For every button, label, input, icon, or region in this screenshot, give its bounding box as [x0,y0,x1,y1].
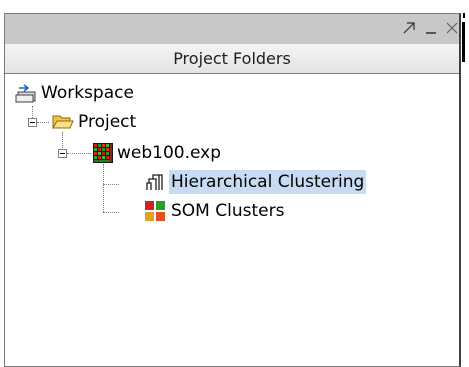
dendrogram-icon [145,173,165,198]
maximize-icon[interactable] [400,16,418,40]
open-folder-icon [52,113,74,138]
tree-item-label: Project [78,112,137,132]
project-folders-panel: Project Folders Workspace Project web100… [4,13,461,367]
project-tree[interactable]: Workspace Project web100.exp Hierarchica… [5,74,459,364]
tree-connector [37,122,49,124]
tree-connector [103,164,105,212]
splitter-handle[interactable] [462,22,465,62]
collapse-toggle-experiment[interactable] [58,149,67,158]
tree-item-label: SOM Clusters [171,201,285,221]
workspace-icon [15,83,37,110]
collapse-toggle-project[interactable] [28,118,37,127]
som-clusters-icon [145,201,165,228]
panel-titlebar[interactable] [5,14,459,45]
tree-item-project[interactable]: Project [52,110,252,134]
tree-connector [103,184,119,186]
panel-title: Project Folders [5,44,459,74]
tree-item-experiment[interactable]: web100.exp [93,141,313,165]
close-icon[interactable] [443,16,461,40]
minimize-icon[interactable] [422,16,440,40]
tree-connector [103,212,119,214]
heatmap-grid-icon [93,143,113,170]
tree-item-label: web100.exp [117,143,222,163]
tree-item-label: Hierarchical Clustering [169,170,367,194]
tree-item-hierarchical-clustering[interactable]: Hierarchical Clustering [145,170,395,194]
tree-item-som-clusters[interactable]: SOM Clusters [145,199,395,223]
tree-item-workspace[interactable]: Workspace [15,81,215,105]
tree-connector [67,153,91,155]
tree-item-label: Workspace [41,83,134,103]
window-edge [463,13,465,18]
